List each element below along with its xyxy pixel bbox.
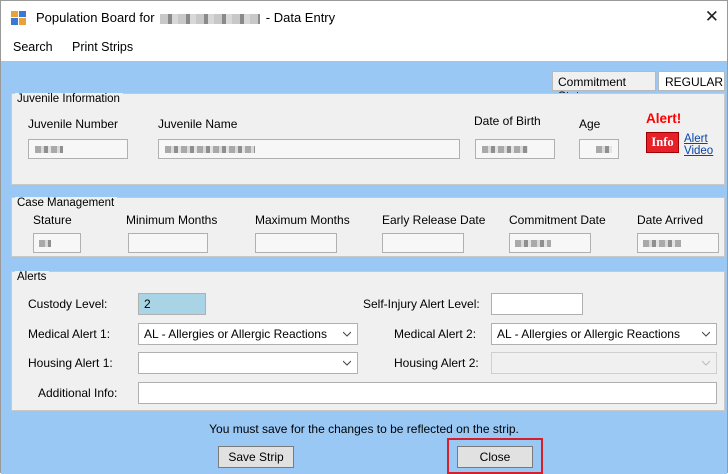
additional-info-input[interactable] [138,382,717,404]
housing-alert-1-select[interactable] [138,352,358,374]
early-release-date-label: Early Release Date [382,213,486,227]
window-title-prefix: Population Board for [36,10,155,25]
housing-alert-2-select[interactable] [491,352,717,374]
redacted-value [482,146,528,153]
app-icon [11,11,26,25]
redacted-value [596,146,612,153]
medical-alert-2-select[interactable]: AL - Allergies or Allergic Reactions [491,323,717,345]
custody-level-input[interactable]: 2 [138,293,206,315]
case-management-group: Case Management Stature Minimum Months M… [11,197,725,257]
minimum-months-label: Minimum Months [126,213,218,227]
custody-level-label: Custody Level: [28,297,108,311]
window-title-suffix: - Data Entry [265,10,336,25]
medical-alert-1-label: Medical Alert 1: [28,327,111,341]
age-field [579,139,619,159]
commitment-date-field [509,233,591,253]
redacted-value [165,146,255,153]
juvenile-information-title: Juvenile Information [15,93,123,105]
stature-label: Stature [33,213,72,227]
redacted-value [39,240,51,247]
redacted-value [515,240,551,247]
commitment-date-label: Commitment Date [509,213,606,227]
redacted-value [35,146,63,153]
juvenile-information-group: Juvenile Information Juvenile Number Juv… [11,93,725,185]
alerts-group: Alerts Custody Level: 2 Self-Injury Aler… [11,271,725,411]
age-label: Age [579,117,601,131]
redacted-value [643,240,681,247]
commitment-status-value: REGULAR [658,71,725,91]
housing-alert-1-label: Housing Alert 1: [28,356,113,370]
chevron-down-icon [702,360,710,366]
redacted-facility-name [160,13,261,24]
self-injury-alert-input[interactable] [491,293,583,315]
date-of-birth-label: Date of Birth [474,114,541,128]
chevron-down-icon [343,360,351,366]
alert-link[interactable]: Alert [684,133,708,145]
alert-heading: Alert! [646,111,682,126]
save-strip-button[interactable]: Save Strip [218,446,294,468]
data-entry-window: Population Board for - Data Entry ✕ Sear… [0,0,728,474]
date-of-birth-field [475,139,555,159]
medical-alert-2-label: Medical Alert 2: [394,327,477,341]
maximum-months-field [255,233,337,253]
juvenile-number-field [28,139,128,159]
stature-field [33,233,81,253]
save-notice: You must save for the changes to be refl… [209,422,519,436]
video-link[interactable]: Video [684,145,713,157]
alerts-title: Alerts [15,271,50,283]
form-body: Commitment Status REGULAR Juvenile Infor… [1,61,727,474]
minimum-months-field [128,233,208,253]
chevron-down-icon [343,331,351,337]
housing-alert-2-label: Housing Alert 2: [394,356,479,370]
date-arrived-field [637,233,719,253]
medical-alert-1-select[interactable]: AL - Allergies or Allergic Reactions [138,323,358,345]
commitment-status-label: Commitment Status [552,71,656,103]
chevron-down-icon [702,331,710,337]
window-title: Population Board for - Data Entry [36,10,335,25]
medical-alert-1-value: AL - Allergies or Allergic Reactions [144,327,327,341]
menu-bar: Search Print Strips [1,35,727,61]
title-bar: Population Board for - Data Entry ✕ [1,1,727,35]
alert-info-button[interactable]: Info [646,132,679,153]
juvenile-number-label: Juvenile Number [28,117,119,131]
menu-print-strips[interactable]: Print Strips [72,40,133,54]
date-arrived-label: Date Arrived [637,213,704,227]
self-injury-alert-label: Self-Injury Alert Level: [363,297,480,311]
close-window-icon[interactable]: ✕ [705,7,719,27]
additional-info-label: Additional Info: [38,386,118,400]
early-release-date-field [382,233,464,253]
juvenile-name-field [158,139,460,159]
close-button[interactable]: Close [457,446,533,468]
menu-search[interactable]: Search [13,40,53,54]
maximum-months-label: Maximum Months [255,213,350,227]
juvenile-name-label: Juvenile Name [158,117,238,131]
medical-alert-2-value: AL - Allergies or Allergic Reactions [497,327,680,341]
case-management-title: Case Management [15,197,118,209]
